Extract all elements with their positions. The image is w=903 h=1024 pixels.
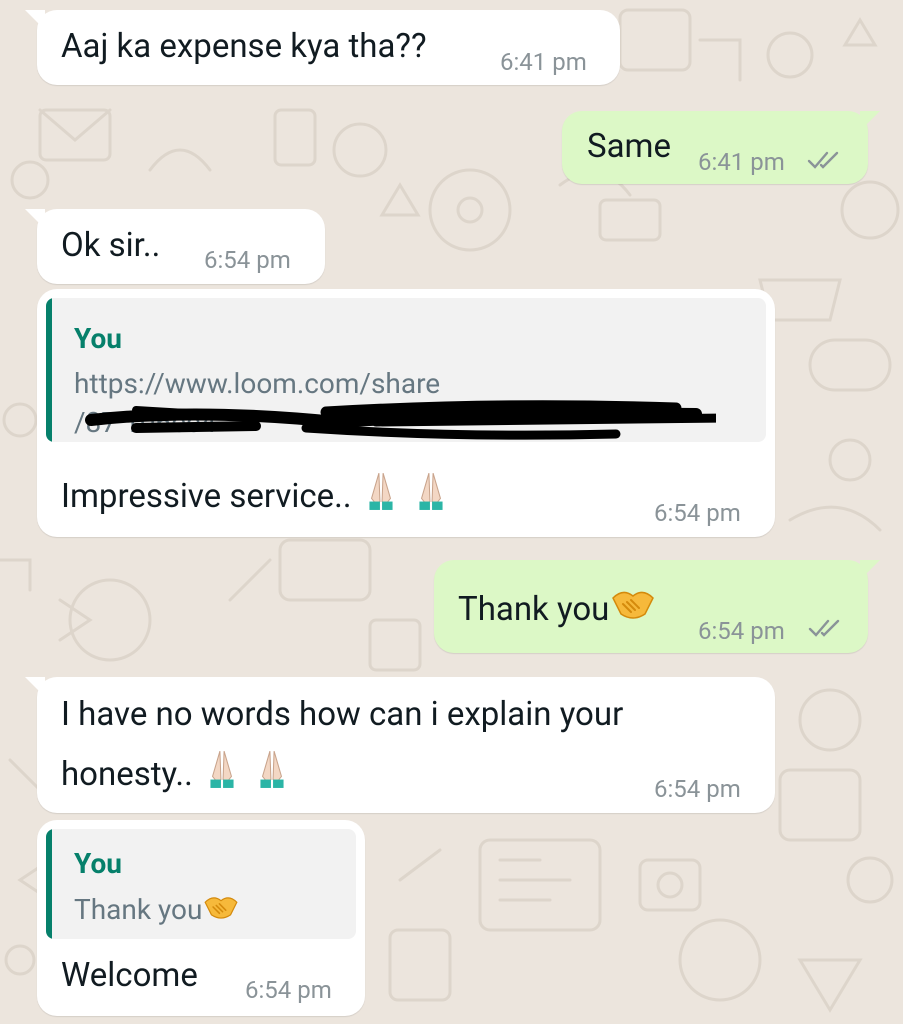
message-timestamp: 6:41 pm [698,148,785,176]
message-timestamp: 6:54 pm [698,617,785,645]
quote-author: You [74,322,122,355]
message-text: Ok sir.. [61,226,161,265]
quote-text: Thank you [74,891,240,926]
message-text-line-2: honesty.. [61,747,293,794]
message-text: Thank you [458,584,657,629]
quote-accent-bar [46,298,52,442]
folded-hands-emoji-icon [260,751,284,788]
quote-text-line-1: https://www.loom.com/share [74,367,441,400]
read-double-tick-icon [807,151,839,169]
message-bubble-outgoing[interactable]: Same 6:41 pm [562,111,880,184]
message-bubble-incoming-reply[interactable]: You Thank you Welcome 6:54 pm [37,820,365,1016]
quoted-message[interactable]: You https://www.loom.com/share /87 106ce… [46,298,766,442]
folded-hands-emoji-icon [419,473,443,510]
handshake-emoji-icon [204,897,238,919]
message-text: Welcome [61,956,198,995]
bubble-tail [860,111,880,131]
bubble-tail [860,560,880,580]
message-bubble-incoming[interactable]: Aaj ka expense kya tha?? 6:41 pm [25,10,620,85]
quote-author: You [74,847,122,880]
message-bubble-incoming[interactable]: I have no words how can i explain your h… [25,677,775,813]
message-timestamp: 6:54 pm [654,775,741,803]
message-bubble-incoming-reply[interactable]: You https://www.loom.com/share /87 106ce… [37,289,775,537]
bubble-tail [25,209,45,229]
folded-hands-emoji-icon [210,751,234,788]
folded-hands-emoji-icon [369,473,393,510]
read-double-tick-icon [808,619,840,637]
message-text: Aaj ka expense kya tha?? [61,27,427,66]
message-text: Same [587,127,671,166]
message-timestamp: 6:54 pm [204,246,291,274]
message-text: Impressive service.. [61,469,452,516]
message-timestamp: 6:54 pm [654,499,741,527]
quote-accent-bar [46,829,52,939]
redaction-scribble [85,400,716,440]
bubble-tail [25,677,45,697]
message-text-line-1: I have no words how can i explain your [61,695,624,734]
handshake-emoji-icon [612,591,655,619]
message-bubble-outgoing[interactable]: Thank you 6:54 pm [434,560,880,653]
bubble-tail [25,10,45,30]
quoted-message[interactable]: You Thank you [46,829,356,939]
message-timestamp: 6:54 pm [245,976,332,1004]
message-bubble-incoming[interactable]: Ok sir.. 6:54 pm [25,209,325,284]
message-timestamp: 6:41 pm [500,48,587,76]
